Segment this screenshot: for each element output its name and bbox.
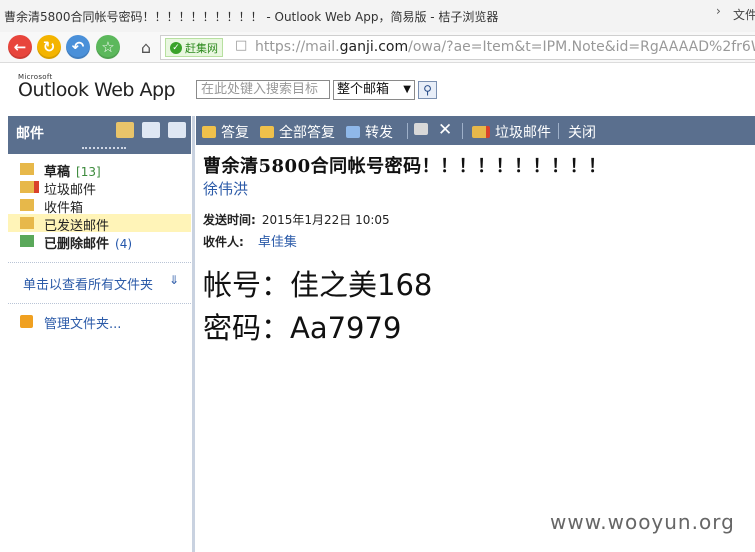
inbox-icon (20, 199, 34, 211)
move-icon (414, 123, 428, 135)
search-button[interactable]: ⚲ (418, 81, 437, 99)
toolbar-divider (462, 123, 463, 139)
menu-file[interactable]: 文件 (733, 6, 755, 23)
page-icon: □ (235, 38, 248, 53)
message-toolbar: 答复 全部答复 转发 ✕ 垃圾邮件 关闭 (196, 116, 755, 145)
resize-handle[interactable] (82, 147, 126, 149)
search-icon: ⚲ (423, 83, 432, 97)
message-body-line: 帐号：佳之美168 (203, 268, 433, 302)
double-chevron-down-icon: ⇓ (169, 273, 180, 287)
move-button[interactable] (414, 122, 428, 140)
message-sender[interactable]: 徐伟洪 (203, 178, 248, 199)
reply-all-icon (260, 126, 274, 138)
close-button[interactable]: 关闭 (568, 122, 596, 141)
reply-button[interactable]: 答复 (202, 122, 249, 141)
search-input[interactable]: 在此处键入搜索目标 (196, 80, 330, 99)
search-scope-select[interactable]: 整个邮箱 ▼ (333, 80, 415, 100)
browser-nav-bar: ← ↻ ↶ ☆ ⌂ ✓ 赶集网 □ https://mail.ganji.com/… (0, 32, 755, 63)
sent-time: 发送时间: 2015年1月22日 10:05 (203, 213, 390, 227)
drafts-icon (20, 163, 34, 175)
chevron-right-icon[interactable]: › (716, 4, 721, 18)
url-text[interactable]: https://mail.ganji.com/owa/?ae=Item&t=IP… (255, 39, 755, 55)
forward-button[interactable]: 转发 (346, 122, 393, 141)
view-all-folders-link[interactable]: 单击以查看所有文件夹 ⇓ (8, 262, 191, 304)
pane-divider[interactable] (192, 116, 195, 552)
toolbar-divider (558, 123, 559, 139)
reply-all-button[interactable]: 全部答复 (260, 122, 335, 141)
browser-title-bar: 曹余清5800合同帐号密码！！！！！！！！！！ - Outlook Web Ap… (0, 0, 755, 33)
contacts-icon[interactable] (168, 122, 186, 138)
refresh-icon[interactable]: ↻ (37, 35, 61, 59)
sent-icon (20, 217, 34, 229)
toolbar-divider (407, 123, 408, 139)
junk-icon (472, 126, 490, 138)
sidebar-title: 邮件 (16, 126, 44, 142)
mail-icon[interactable] (116, 122, 134, 138)
manage-folders-icon (20, 315, 33, 328)
security-badge[interactable]: ✓ 赶集网 (165, 38, 223, 57)
chevron-down-icon: ▼ (403, 84, 411, 95)
recipients: 收件人: 卓佳集 (203, 235, 297, 250)
calendar-icon[interactable] (142, 122, 160, 138)
back-icon[interactable]: ← (8, 35, 32, 59)
home-icon[interactable]: ⌂ (135, 36, 157, 58)
reply-icon (202, 126, 216, 138)
trash-icon (20, 235, 34, 247)
folder-drafts[interactable]: 草稿 [13] (8, 160, 191, 180)
undo-close-icon[interactable]: ↶ (66, 35, 90, 59)
message-subject: 曹余清5800合同帐号密码！！！！！！！！！！ (203, 156, 607, 177)
delete-button[interactable]: ✕ (438, 120, 453, 140)
junk-icon (20, 181, 39, 193)
favorite-star-icon[interactable]: ☆ (96, 35, 120, 59)
close-icon: ✕ (438, 120, 453, 140)
watermark: www.wooyun.org (550, 510, 735, 534)
junk-button[interactable]: 垃圾邮件 (472, 122, 551, 141)
recipient-link[interactable]: 卓佳集 (258, 235, 297, 250)
check-icon: ✓ (170, 41, 182, 54)
window-title: 曹余清5800合同帐号密码！！！！！！！！！！ - Outlook Web Ap… (4, 10, 499, 24)
message-body-line: 密码：Aa7979 (203, 311, 402, 345)
folder-list: 草稿 [13] 垃圾邮件 收件箱 已发送邮件 已删除邮件 (4) (8, 160, 191, 252)
owa-logo: Microsoft Outlook Web App (18, 73, 176, 101)
folder-deleted[interactable]: 已删除邮件 (4) (8, 232, 191, 252)
forward-icon (346, 126, 360, 138)
address-bar[interactable]: ✓ 赶集网 □ https://mail.ganji.com/owa/?ae=It… (160, 35, 755, 60)
folder-sent[interactable]: 已发送邮件 (8, 214, 191, 234)
sidebar-header: 邮件 (8, 116, 191, 154)
folder-junk[interactable]: 垃圾邮件 (8, 178, 191, 198)
manage-folders-link[interactable]: 管理文件夹... (8, 313, 191, 332)
folder-inbox[interactable]: 收件箱 (8, 196, 191, 216)
